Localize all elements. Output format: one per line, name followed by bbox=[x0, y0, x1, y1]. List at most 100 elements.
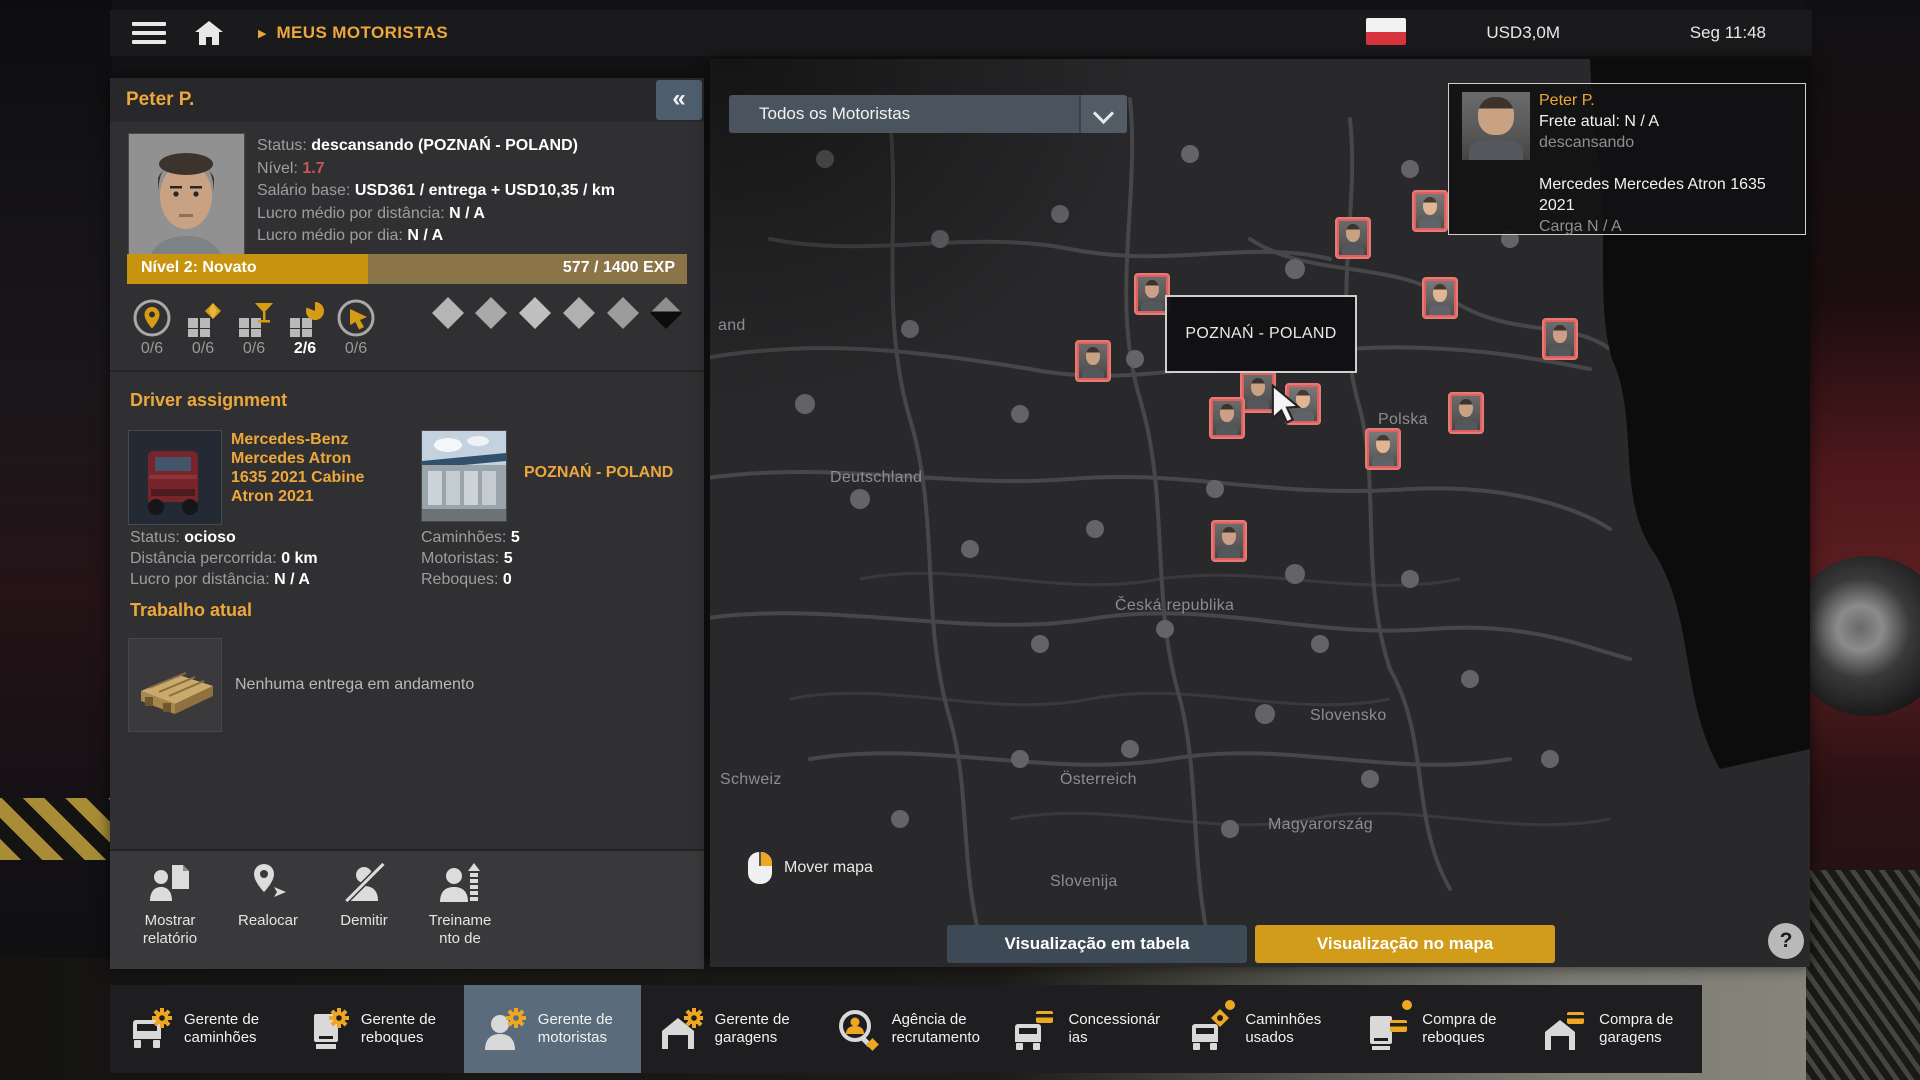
dropdown-button[interactable] bbox=[1079, 95, 1127, 133]
status-label: Status: bbox=[257, 137, 307, 154]
menu-icon[interactable] bbox=[132, 22, 166, 44]
assignment-title: Driver assignment bbox=[130, 390, 287, 411]
action-label: Realocar bbox=[220, 912, 316, 930]
action-label: Treinamento de bbox=[425, 912, 495, 948]
driver-action-bar: Mostrar relatório Realocar Demitir bbox=[110, 849, 704, 969]
show-report-button[interactable]: Mostrar relatório bbox=[122, 861, 218, 948]
card-freight: Frete atual: N / A bbox=[1539, 111, 1795, 132]
recruitment-magnifier-icon bbox=[834, 1006, 880, 1052]
garage-scene-truck bbox=[1806, 0, 1920, 1080]
xp-progress-bar: Nível 2: Novato 577 / 1400 EXP bbox=[127, 254, 687, 284]
level-label: Nível: bbox=[257, 160, 298, 177]
garage-scene-left bbox=[0, 0, 112, 1080]
card-truck: Mercedes Mercedes Atron 1635 2021 bbox=[1539, 174, 1795, 216]
level-value: 1.7 bbox=[302, 160, 324, 177]
driver-map-icon[interactable] bbox=[1211, 520, 1247, 562]
nav-garage-manager[interactable]: Gerente de garagens bbox=[641, 985, 818, 1073]
relocate-icon bbox=[246, 861, 290, 905]
trailer-gear-icon bbox=[303, 1006, 349, 1052]
driver-map-icon[interactable] bbox=[1412, 190, 1448, 232]
skill-value: 0/6 bbox=[336, 340, 376, 358]
driver-filter-value: Todos os Motoristas bbox=[759, 104, 910, 124]
garage-trailers-label: Reboques: bbox=[421, 571, 498, 588]
long-distance-pin-icon bbox=[132, 298, 172, 338]
world-map[interactable]: and Deutschland Polska Česká republika S… bbox=[710, 59, 1810, 967]
distance-value: 0 km bbox=[281, 550, 317, 567]
driver-map-icon[interactable] bbox=[1542, 318, 1578, 360]
card-driver-name: Peter P. bbox=[1539, 90, 1795, 111]
help-button[interactable]: ? bbox=[1768, 923, 1804, 959]
map-view-button[interactable]: Visualização no mapa bbox=[1255, 925, 1555, 963]
truck-status-value: ocioso bbox=[184, 529, 236, 546]
garage-drivers-label: Motoristas: bbox=[421, 550, 499, 567]
nav-truck-manager[interactable]: Gerente de caminhões bbox=[110, 985, 287, 1073]
garage-thumbnail[interactable] bbox=[421, 430, 507, 522]
nav-label: Gerente de reboques bbox=[361, 1011, 453, 1047]
training-icon bbox=[438, 861, 482, 905]
relocate-button[interactable]: Realocar bbox=[220, 861, 316, 930]
move-map-hint: Mover mapa bbox=[748, 852, 873, 884]
nav-trailer-purchase[interactable]: Compra de reboques bbox=[1348, 985, 1525, 1073]
skill-long-distance: 0/6 bbox=[132, 298, 172, 358]
table-view-button[interactable]: Visualização em tabela bbox=[947, 925, 1247, 963]
nav-label: Gerente de garagens bbox=[715, 1011, 807, 1047]
adr-corrosive-icon bbox=[650, 297, 682, 329]
dealer-truck-card-icon bbox=[1010, 1006, 1056, 1052]
profit-day-label: Lucro médio por dia: bbox=[257, 227, 403, 244]
garage-stats: Caminhões: 5 Motoristas: 5 Reboques: 0 bbox=[421, 527, 520, 590]
no-delivery-message: Nenhuma entrega em andamento bbox=[235, 676, 474, 694]
assigned-truck-name[interactable]: Mercedes-Benz Mercedes Atron 1635 2021 C… bbox=[231, 430, 381, 506]
truck-thumbnail[interactable] bbox=[128, 430, 222, 525]
nav-driver-manager[interactable]: Gerente de motoristas bbox=[464, 985, 641, 1073]
garage-name[interactable]: POZNAŃ - POLAND bbox=[524, 464, 673, 482]
action-label: Mostrar relatório bbox=[122, 912, 218, 948]
salary-label: Salário base: bbox=[257, 182, 350, 199]
driver-hover-card: Peter P. Frete atual: N / A descansando … bbox=[1448, 83, 1806, 235]
driver-map-icon[interactable] bbox=[1422, 277, 1458, 319]
country-label: Slovensko bbox=[1310, 707, 1387, 725]
nav-label: Caminhões usados bbox=[1245, 1011, 1337, 1047]
profit-day-value: N / A bbox=[407, 227, 443, 244]
country-label: Schweiz bbox=[720, 771, 782, 789]
driver-filter-dropdown[interactable]: Todos os Motoristas bbox=[729, 95, 1127, 133]
country-label: Polska bbox=[1378, 411, 1428, 429]
driver-map-icon[interactable] bbox=[1335, 217, 1371, 259]
divider bbox=[110, 370, 704, 372]
card-cargo: Carga N / A bbox=[1539, 216, 1795, 237]
xp-progress-label: 577 / 1400 EXP bbox=[563, 259, 675, 277]
country-label: Österreich bbox=[1060, 771, 1137, 789]
adr-oxidizer-icon bbox=[563, 297, 595, 329]
nav-used-trucks[interactable]: Caminhões usados bbox=[1171, 985, 1348, 1073]
chevron-down-icon bbox=[1093, 103, 1114, 124]
game-screen: ▶ MEUS MOTORISTAS USD3,0M Seg 11:48 Pete… bbox=[0, 0, 1920, 1080]
country-label: Česká republika bbox=[1115, 597, 1234, 615]
driver-map-icon[interactable] bbox=[1209, 397, 1245, 439]
mouse-icon bbox=[748, 852, 772, 884]
eco-cursor-icon bbox=[336, 298, 376, 338]
nav-dealers[interactable]: Concessionárias bbox=[994, 985, 1171, 1073]
skill-value: 2/6 bbox=[285, 340, 325, 358]
dismiss-button[interactable]: Demitir bbox=[316, 861, 412, 930]
home-icon[interactable] bbox=[194, 20, 224, 46]
garage-drivers-value: 5 bbox=[504, 550, 513, 567]
training-button[interactable]: Treinamento de bbox=[412, 861, 508, 948]
nav-label: Gerente de caminhões bbox=[184, 1011, 276, 1047]
driver-map-icon[interactable] bbox=[1075, 340, 1111, 382]
country-label: Slovenija bbox=[1050, 873, 1118, 891]
driver-map-icon[interactable] bbox=[1365, 428, 1401, 470]
driver-info: Status: descansando (POZNAŃ - POLAND) Ní… bbox=[257, 135, 687, 248]
nav-trailer-manager[interactable]: Gerente de reboques bbox=[287, 985, 464, 1073]
profit-distance-label: Lucro médio por distância: bbox=[257, 205, 445, 222]
nav-label: Compra de reboques bbox=[1422, 1011, 1514, 1047]
collapse-panel-button[interactable]: « bbox=[656, 80, 702, 120]
nav-garage-purchase[interactable]: Compra de garagens bbox=[1525, 985, 1702, 1073]
distance-label: Distância percorrida: bbox=[130, 550, 277, 567]
poland-flag-icon bbox=[1366, 18, 1406, 45]
nav-recruitment-agency[interactable]: Agência de recrutamento bbox=[818, 985, 995, 1073]
profit-distance-value: N / A bbox=[449, 205, 485, 222]
garage-trucks-value: 5 bbox=[511, 529, 520, 546]
garage-trailers-value: 0 bbox=[503, 571, 512, 588]
trailer-card-icon bbox=[1364, 1006, 1410, 1052]
driver-map-icon[interactable] bbox=[1448, 392, 1484, 434]
skill-value: 0/6 bbox=[234, 340, 274, 358]
